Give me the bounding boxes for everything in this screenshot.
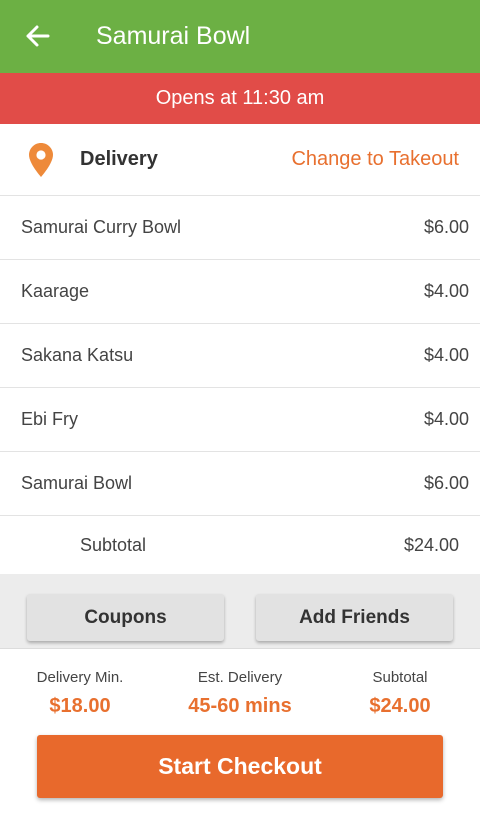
back-button[interactable]	[18, 18, 58, 54]
subtotal-label: Subtotal	[80, 535, 147, 555]
order-mode-label: Delivery	[80, 148, 158, 170]
app-bar: Samurai Bowl	[0, 0, 480, 73]
delivery-minimum-value: $18.00	[49, 695, 111, 717]
list-item[interactable]: Samurai Bowl $6.00	[0, 452, 480, 516]
order-mode-row: Delivery Change to Takeout	[0, 124, 480, 196]
item-name: Ebi Fry	[21, 409, 79, 429]
order-items-list: Samurai Curry Bowl $6.00 Kaarage $4.00 S…	[0, 196, 480, 516]
coupons-button[interactable]: Coupons	[27, 594, 224, 641]
list-item[interactable]: Kaarage $4.00	[0, 260, 480, 324]
item-price: $6.00	[423, 473, 469, 493]
list-item[interactable]: Samurai Curry Bowl $6.00	[0, 196, 480, 260]
summary-subtotal-value: $24.00	[369, 695, 431, 717]
item-price: $4.00	[423, 409, 469, 429]
actions-area: Coupons Add Friends	[0, 574, 480, 648]
item-name: Kaarage	[21, 281, 90, 301]
list-item[interactable]: Ebi Fry $4.00	[0, 388, 480, 452]
order-summary-panel: Delivery Min. $18.00 Est. Delivery 45-60…	[0, 648, 480, 820]
estimated-delivery: Est. Delivery 45-60 mins	[170, 667, 310, 723]
item-price: $4.00	[423, 345, 469, 365]
item-name: Samurai Curry Bowl	[21, 217, 182, 237]
delivery-minimum-label: Delivery Min.	[36, 669, 124, 686]
location-pin-icon	[29, 143, 53, 177]
page-title: Samurai Bowl	[96, 22, 251, 50]
summary-subtotal: Subtotal $24.00	[340, 667, 460, 723]
add-friends-button[interactable]: Add Friends	[256, 594, 453, 641]
list-item[interactable]: Sakana Katsu $4.00	[0, 324, 480, 388]
item-name: Samurai Bowl	[21, 473, 133, 493]
summary-subtotal-label: Subtotal	[372, 669, 428, 686]
change-to-takeout-link[interactable]: Change to Takeout	[291, 124, 459, 195]
subtotal-row: Subtotal $24.00	[0, 516, 480, 574]
subtotal-value: $24.00	[403, 535, 459, 555]
item-name: Sakana Katsu	[21, 345, 134, 365]
delivery-minimum: Delivery Min. $18.00	[20, 667, 140, 723]
item-price: $4.00	[423, 281, 469, 301]
start-checkout-button[interactable]: Start Checkout	[37, 735, 443, 798]
estimated-delivery-label: Est. Delivery	[197, 669, 283, 686]
item-price: $6.00	[423, 217, 469, 237]
arrow-left-icon	[26, 25, 50, 47]
status-banner: Opens at 11:30 am	[0, 73, 480, 124]
estimated-delivery-value: 45-60 mins	[188, 695, 292, 717]
